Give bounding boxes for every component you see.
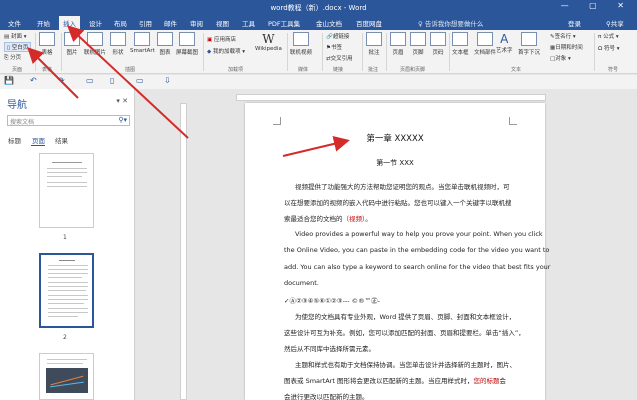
arrow-to-insert-tab	[67, 25, 189, 139]
arrow-to-blank-page	[27, 47, 79, 99]
arrow-to-heading	[282, 135, 350, 157]
annotation-arrows	[27, 25, 350, 157]
